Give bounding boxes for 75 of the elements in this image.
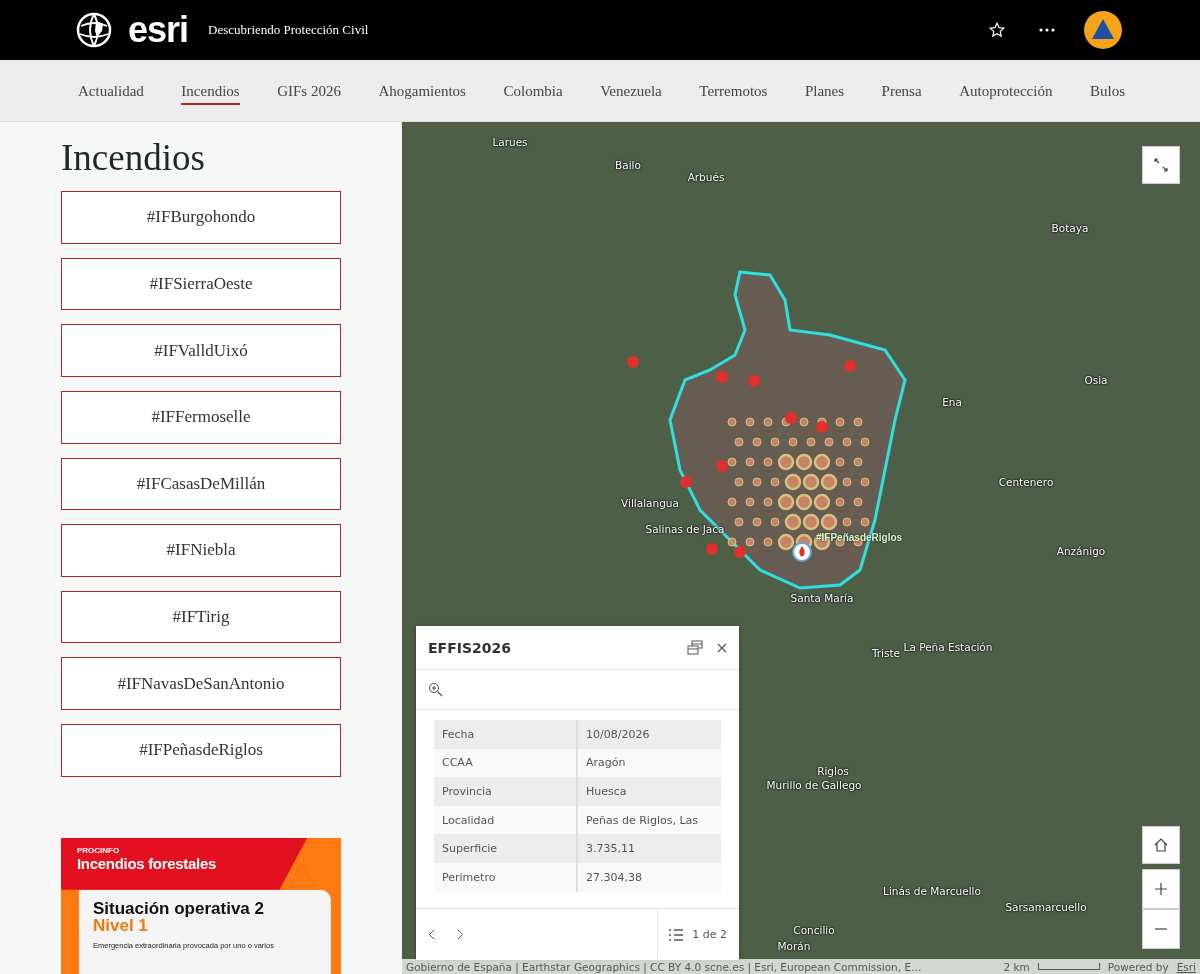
nav-tab[interactable]: Autoprotección bbox=[959, 76, 1053, 105]
field-value: 27.304,38 bbox=[585, 869, 643, 886]
satellite-map[interactable] bbox=[402, 122, 1200, 974]
nav-tab[interactable]: Prensa bbox=[881, 76, 922, 105]
esri-link[interactable]: Esri bbox=[1176, 960, 1196, 973]
page-count: 1 de 2 bbox=[692, 928, 727, 941]
minus-icon bbox=[1155, 928, 1167, 930]
place-label: Centenero bbox=[998, 476, 1054, 488]
nav-tab[interactable]: Bulos bbox=[1089, 76, 1125, 105]
globe-logo-icon bbox=[76, 12, 112, 48]
close-icon[interactable] bbox=[717, 642, 727, 653]
place-label: La Peña Estación bbox=[903, 641, 993, 653]
nav-tab[interactable]: Colombia bbox=[503, 76, 563, 105]
place-label: Morán bbox=[777, 940, 811, 952]
field-label: Perimetro bbox=[434, 862, 578, 892]
place-label: Bailo bbox=[615, 159, 641, 171]
place-label: Linás de Marcuello bbox=[883, 885, 981, 897]
brand-name[interactable]: esri bbox=[128, 12, 189, 48]
field-value: Peñas de Riglos, Las bbox=[585, 812, 699, 829]
site-title: Descubriendo Protección Civil bbox=[208, 22, 369, 38]
nav-tab[interactable]: Venezuela bbox=[600, 76, 662, 105]
home-button[interactable] bbox=[1142, 826, 1180, 864]
place-label: Arbués bbox=[687, 171, 725, 183]
place-label: Anzánigo bbox=[1056, 545, 1106, 557]
nav-tab[interactable]: GIFs 2026 bbox=[277, 76, 341, 105]
list-icon[interactable] bbox=[668, 927, 685, 942]
home-icon bbox=[1154, 838, 1168, 852]
place-label: Larues bbox=[492, 136, 528, 148]
previous-icon[interactable] bbox=[428, 929, 435, 940]
fire-link-button[interactable]: #IFFermoselle bbox=[61, 390, 341, 444]
nav-tab[interactable]: Incendios bbox=[181, 76, 240, 105]
place-label: Riglos bbox=[817, 765, 849, 777]
zoom-in-button[interactable] bbox=[1142, 869, 1180, 909]
zoom-to-icon[interactable] bbox=[428, 681, 444, 698]
field-value: Aragón bbox=[585, 755, 627, 772]
place-label: Concilio bbox=[793, 924, 835, 936]
powered-by-text: Powered by bbox=[1107, 960, 1169, 973]
dock-icon[interactable] bbox=[687, 640, 703, 655]
place-label: Osia bbox=[1084, 374, 1108, 386]
place-label: Sarsamarcuello bbox=[1005, 901, 1087, 913]
nav-tab[interactable]: Ahogamientos bbox=[378, 76, 466, 105]
expand-icon bbox=[1154, 158, 1168, 172]
plus-icon bbox=[1155, 883, 1167, 895]
page-heading: Incendios bbox=[61, 136, 206, 179]
fire-link-button[interactable]: #IFTirig bbox=[61, 590, 341, 644]
fire-link-button[interactable]: #IFValldUixó bbox=[61, 324, 341, 377]
scale-label: 2 km bbox=[1003, 960, 1030, 973]
place-label: Triste bbox=[871, 647, 901, 659]
fire-link-button[interactable]: #IFBurgohondo bbox=[61, 191, 341, 244]
nav-tab[interactable]: Terremotos bbox=[699, 76, 768, 105]
banner-brand: PROCINFO bbox=[77, 845, 121, 855]
place-label: Villalangua bbox=[621, 497, 679, 509]
fire-link-button[interactable]: #IFCasasDeMillán bbox=[61, 457, 341, 511]
banner-level: Nivel 1 bbox=[93, 917, 149, 936]
popup-title: EFFIS2026 bbox=[428, 639, 512, 656]
nav-tab[interactable]: Planes bbox=[804, 76, 845, 105]
place-label: Ena bbox=[942, 396, 962, 408]
place-label: Murillo de Gallego bbox=[766, 779, 862, 791]
avatar-logo-icon[interactable] bbox=[1084, 11, 1122, 49]
next-icon[interactable] bbox=[457, 929, 464, 940]
place-label: Botaya bbox=[1051, 222, 1089, 234]
warning-icon bbox=[287, 861, 317, 889]
place-label: Santa María bbox=[790, 592, 854, 604]
field-value: 10/08/2026 bbox=[585, 726, 651, 743]
map-attribution: Gobierno de España | Earthstar Geographics | CC BY 4.0 scne.es | Esri, European Commission, E… bbox=[406, 960, 923, 973]
banner-title: Incendios forestales bbox=[77, 854, 218, 872]
scale-bar bbox=[1037, 963, 1100, 970]
field-value: 3.735,11 bbox=[585, 841, 636, 858]
fire-link-button[interactable]: #IFSierraOeste bbox=[61, 257, 341, 311]
banner-heading: Situación operativa 2 bbox=[93, 899, 265, 918]
fire-link-button[interactable]: #IFPeñasdeRiglos bbox=[61, 724, 341, 777]
nav-tab[interactable]: Actualidad bbox=[78, 76, 144, 105]
field-value: Huesca bbox=[585, 784, 628, 800]
fire-link-button[interactable]: #IFNavasDeSanAntonio bbox=[61, 657, 341, 710]
fire-link-button[interactable]: #IFNiebla bbox=[61, 524, 341, 577]
